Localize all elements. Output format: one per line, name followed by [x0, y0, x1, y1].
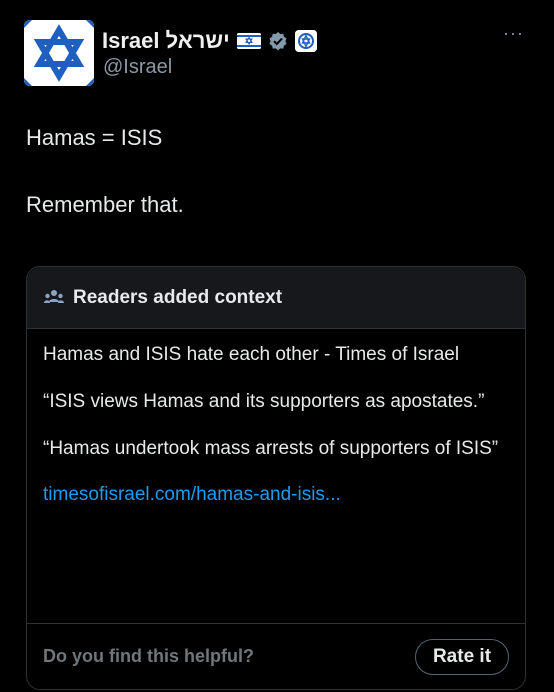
people-icon: [43, 287, 65, 309]
tweet-text-line-1: Hamas = ISIS: [26, 125, 163, 150]
note-source-link[interactable]: timesofisrael.com/hamas-and-isis...: [43, 484, 341, 505]
display-name[interactable]: Israel ישראל: [102, 28, 230, 54]
star-of-david-icon: [24, 20, 94, 86]
community-note-title: Readers added context: [73, 286, 283, 308]
community-note-header: Readers added context: [27, 267, 525, 329]
rate-it-button[interactable]: Rate it: [415, 638, 509, 675]
community-note-body: Hamas and ISIS hate each other - Times o…: [27, 329, 525, 506]
author-name-row: Israel ישראל: [102, 24, 317, 58]
avatar[interactable]: [24, 20, 94, 86]
government-affiliate-badge-icon[interactable]: [294, 30, 317, 52]
note-paragraph: “Hamas undertook mass arrests of support…: [43, 438, 499, 459]
israel-flag-icon: [236, 33, 261, 49]
verified-badge-icon[interactable]: [268, 31, 288, 51]
helpful-question: Do you find this helpful?: [43, 646, 254, 666]
author-handle[interactable]: @Israel: [103, 56, 172, 79]
tweet-text-line-2: Remember that.: [26, 192, 184, 217]
note-paragraph: Hamas and ISIS hate each other - Times o…: [43, 344, 460, 365]
community-note-card: Readers added context Hamas and ISIS hat…: [26, 266, 526, 690]
community-note-footer: Do you find this helpful? Rate it: [27, 623, 525, 689]
more-options-icon[interactable]: ···: [503, 24, 524, 42]
note-paragraph: “ISIS views Hamas and its supporters as …: [43, 391, 485, 412]
